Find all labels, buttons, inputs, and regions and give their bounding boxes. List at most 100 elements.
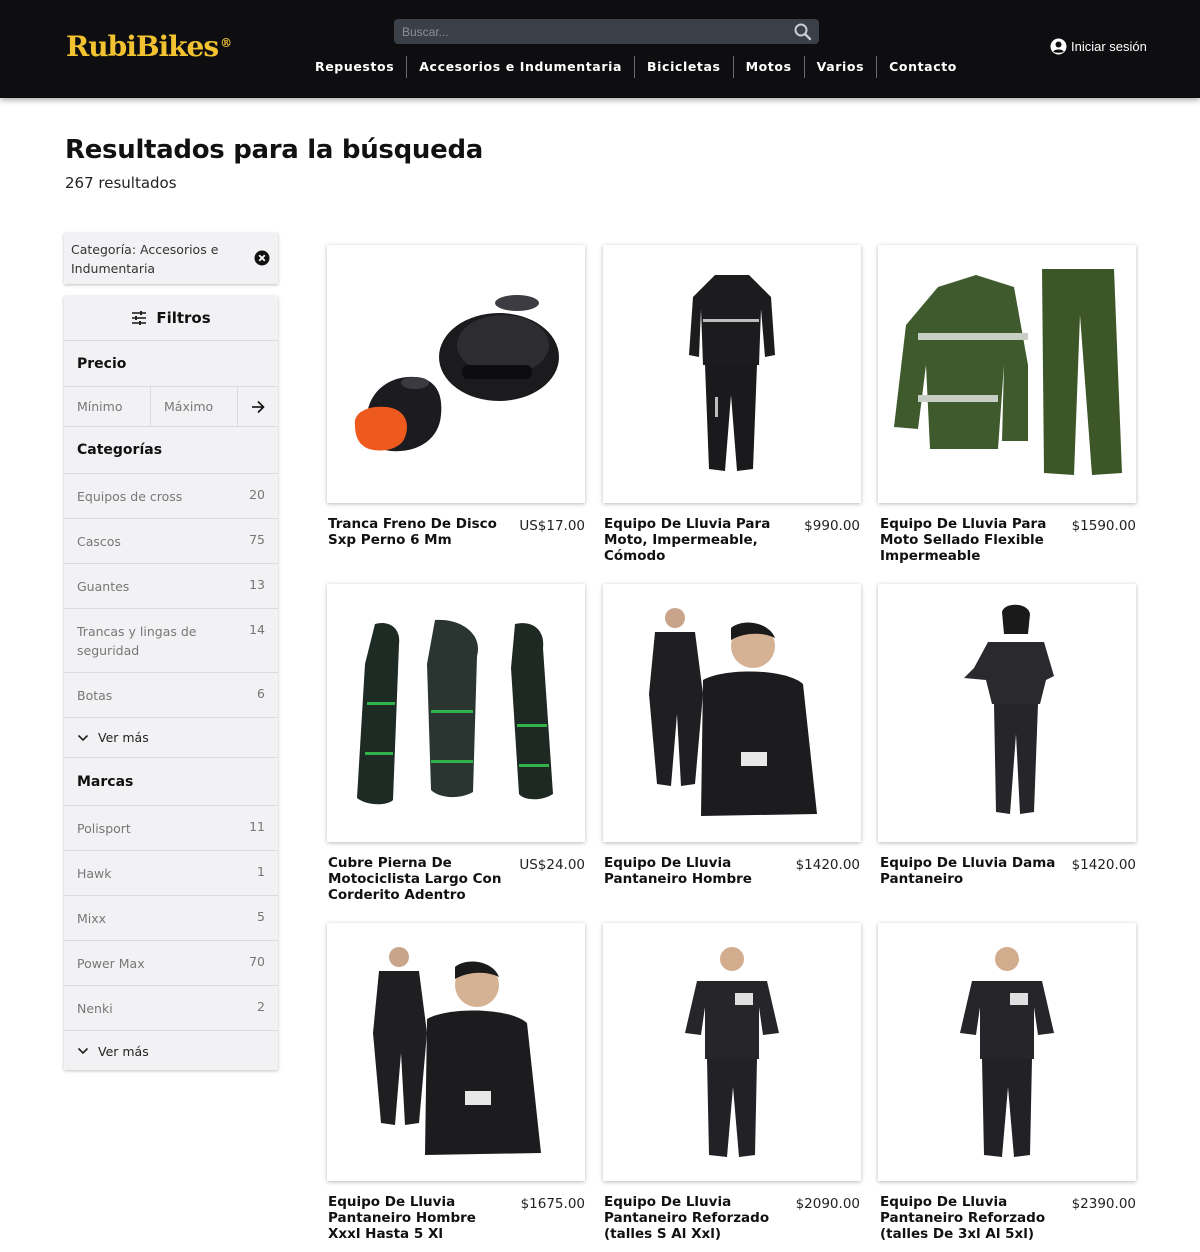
product-image-rain-suit-man[interactable]	[603, 584, 861, 842]
category-label: Cascos	[77, 534, 121, 549]
categories-see-more[interactable]: Ver más	[64, 718, 278, 758]
rain-suit-reinforced-image	[960, 947, 1054, 1157]
remove-filter-icon[interactable]	[254, 250, 270, 266]
product-image-rain-suit-reinforced-xl[interactable]	[878, 923, 1136, 1181]
green-rain-suit-image	[894, 269, 1122, 475]
price-section-title: Precio	[64, 341, 278, 387]
leg-cover-image	[357, 619, 553, 805]
product-name[interactable]: Equipo De Lluvia Pantaneiro Hombre Xxxl …	[328, 1194, 513, 1242]
category-label: Botas	[77, 688, 113, 703]
filters-title: Filtros	[156, 309, 211, 327]
product-image-rain-suit-man-xxxl[interactable]	[327, 923, 585, 1181]
results-count: 267 resultados	[65, 174, 177, 192]
nav-bicicletas[interactable]: Bicicletas	[634, 56, 733, 78]
sliders-icon	[132, 311, 147, 325]
price-min-input[interactable]	[64, 387, 151, 426]
product-name[interactable]: Equipo De Lluvia Para Moto Sellado Flexi…	[880, 516, 1065, 564]
product-price: $2090.00	[795, 1196, 860, 1212]
product-price: $1675.00	[520, 1196, 585, 1212]
brand-item[interactable]: Polisport 11	[64, 806, 278, 851]
category-count: 75	[249, 532, 265, 547]
chevron-down-icon	[77, 734, 89, 741]
nav-contacto[interactable]: Contacto	[876, 56, 969, 78]
brand-item[interactable]: Hawk 1	[64, 851, 278, 896]
disc-lock-image	[354, 295, 559, 452]
product-price: $2390.00	[1071, 1196, 1136, 1212]
category-item[interactable]: Equipos de cross 20	[64, 474, 278, 519]
product-name[interactable]: Tranca Freno De Disco Sxp Perno 6 Mm	[328, 516, 513, 548]
brand-item[interactable]: Nenki 2	[64, 986, 278, 1031]
price-apply-arrow-icon[interactable]	[238, 387, 278, 426]
nav-accesorios-indumentaria[interactable]: Accesorios e Indumentaria	[406, 56, 634, 78]
categories-section-title: Categorías	[64, 427, 278, 474]
product-price: $1420.00	[1071, 857, 1136, 873]
product-image-rain-suit-woman[interactable]	[878, 584, 1136, 842]
brand-count: 70	[249, 954, 265, 969]
brand-label: Mixx	[77, 911, 107, 926]
product-name[interactable]: Equipo De Lluvia Pantaneiro Reforzado (t…	[604, 1194, 789, 1242]
brand-label: Hawk	[77, 866, 112, 881]
category-item[interactable]: Trancas y lingas de seguridad 14	[64, 609, 278, 673]
search-icon[interactable]	[793, 22, 813, 42]
brand-item[interactable]: Power Max 70	[64, 941, 278, 986]
rain-suit-man-image	[373, 947, 541, 1155]
nav-motos[interactable]: Motos	[732, 56, 804, 78]
brand-label: Nenki	[77, 1001, 113, 1016]
category-item[interactable]: Cascos 75	[64, 519, 278, 564]
category-item[interactable]: Botas 6	[64, 673, 278, 718]
category-count: 13	[249, 577, 265, 592]
nav-repuestos[interactable]: Repuestos	[303, 56, 406, 78]
product-price: $1590.00	[1071, 518, 1136, 534]
brand-count: 1	[257, 864, 265, 879]
brand-label: Polisport	[77, 821, 131, 836]
user-icon	[1050, 38, 1067, 55]
brand-count: 11	[249, 819, 265, 834]
category-label: Trancas y lingas de seguridad	[77, 624, 197, 658]
active-filter-label: Categoría: Accesorios e Indumentaria	[71, 242, 219, 276]
active-filter-chip: Categoría: Accesorios e Indumentaria	[64, 233, 278, 284]
product-image-green-rain-suit[interactable]	[878, 245, 1136, 503]
search-bar	[394, 19, 819, 44]
see-more-label: Ver más	[98, 730, 149, 745]
product-price: US$24.00	[519, 857, 585, 873]
price-range	[64, 387, 278, 427]
search-input[interactable]	[394, 19, 784, 44]
product-image-rain-suit-reinforced[interactable]	[603, 923, 861, 1181]
main-nav: Repuestos Accesorios e Indumentaria Bici…	[303, 56, 969, 78]
see-more-label: Ver más	[98, 1043, 149, 1059]
price-max-input[interactable]	[151, 387, 238, 426]
category-label: Guantes	[77, 579, 130, 594]
product-name[interactable]: Cubre Pierna De Motociclista Largo Con C…	[328, 855, 513, 903]
product-price: $1420.00	[795, 857, 860, 873]
login-link[interactable]: Iniciar sesión	[1050, 38, 1147, 55]
site-header: RubiBikes® Repuestos Accesorios e Indume…	[0, 0, 1200, 98]
product-name[interactable]: Equipo De Lluvia Para Moto, Impermeable,…	[604, 516, 789, 564]
product-image-leg-cover[interactable]	[327, 584, 585, 842]
filters-header: Filtros	[64, 296, 278, 341]
login-label: Iniciar sesión	[1071, 39, 1147, 54]
brand-item[interactable]: Mixx 5	[64, 896, 278, 941]
brands-section-title: Marcas	[64, 758, 278, 806]
product-name[interactable]: Equipo De Lluvia Pantaneiro Reforzado (t…	[880, 1194, 1065, 1242]
brand-name: RubiBikes	[66, 30, 219, 63]
nav-varios[interactable]: Varios	[803, 56, 877, 78]
filter-panel: Filtros Precio Categorías Equipos de cro…	[64, 296, 278, 1070]
rain-suit-reinforced-image	[685, 947, 779, 1157]
product-image-rain-suit[interactable]	[603, 245, 861, 503]
category-item[interactable]: Guantes 13	[64, 564, 278, 609]
brand-registered-mark: ®	[220, 36, 232, 50]
category-count: 14	[249, 622, 265, 637]
brand-count: 2	[257, 999, 265, 1014]
brands-see-more[interactable]: Ver más	[64, 1031, 278, 1071]
product-name[interactable]: Equipo De Lluvia Pantaneiro Hombre	[604, 855, 789, 887]
category-label: Equipos de cross	[77, 489, 183, 504]
brand-logo[interactable]: RubiBikes ®	[66, 30, 232, 63]
category-count: 6	[257, 686, 265, 701]
product-image-disc-lock[interactable]	[327, 245, 585, 503]
product-price: $990.00	[804, 518, 860, 534]
product-name[interactable]: Equipo De Lluvia Dama Pantaneiro	[880, 855, 1065, 887]
brand-count: 5	[257, 909, 265, 924]
page-title: Resultados para la búsqueda	[65, 135, 484, 165]
rain-suit-man-image	[649, 608, 817, 816]
brand-label: Power Max	[77, 956, 145, 971]
